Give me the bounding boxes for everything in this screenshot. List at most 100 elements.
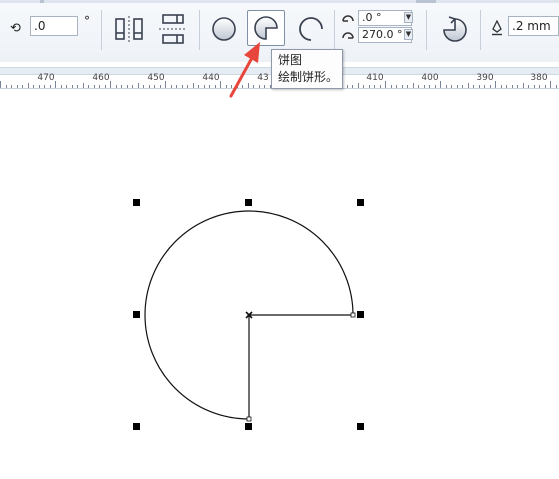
ruler-tick xyxy=(407,85,408,88)
ruler-tick xyxy=(77,85,78,88)
mirror-vertical-button[interactable] xyxy=(156,12,190,46)
ruler-tick xyxy=(182,85,183,88)
ruler-tick xyxy=(517,85,518,88)
change-direction-button[interactable] xyxy=(438,12,472,46)
ruler-tick xyxy=(220,81,221,88)
ruler-tick xyxy=(143,85,144,88)
end-node[interactable] xyxy=(246,416,252,422)
ruler-tick xyxy=(198,85,199,88)
ruler-tick xyxy=(116,85,117,88)
ruler-tick xyxy=(209,85,210,88)
ruler-tick xyxy=(50,85,51,88)
start-angle-icon xyxy=(342,15,354,22)
ruler-tick xyxy=(61,85,62,88)
tooltip-description: 绘制饼形。 xyxy=(278,70,339,84)
ruler-tick xyxy=(83,83,84,88)
annotation-arrow xyxy=(229,42,260,98)
ruler-tick xyxy=(193,83,194,88)
ruler-tick xyxy=(176,85,177,88)
change-direction-icon xyxy=(443,16,467,42)
rotation-unit: ° xyxy=(84,14,90,28)
drawing-canvas[interactable] xyxy=(0,89,559,479)
ruler-label: 470 xyxy=(37,73,55,83)
ruler-tick xyxy=(446,85,447,88)
ruler-tick xyxy=(484,85,485,88)
ruler-tick xyxy=(380,85,381,88)
mirror-horizontal-button[interactable] xyxy=(112,12,146,46)
end-angle-icon xyxy=(342,32,354,39)
arc-button[interactable] xyxy=(294,12,328,46)
ruler-tick xyxy=(22,85,23,88)
ruler-tick xyxy=(369,85,370,88)
ruler-tick xyxy=(347,85,348,88)
ruler-tick xyxy=(479,85,480,88)
ruler-tick xyxy=(39,85,40,88)
separator xyxy=(199,10,200,50)
ruler-tick xyxy=(506,85,507,88)
ruler-tick xyxy=(495,81,496,88)
ruler-tick xyxy=(473,85,474,88)
top-strip xyxy=(0,0,559,3)
ruler-tick xyxy=(352,85,353,88)
ruler-tick xyxy=(402,85,403,88)
ruler-tick xyxy=(556,85,557,88)
ruler-tick xyxy=(138,83,139,88)
ruler-tick xyxy=(534,85,535,88)
ruler-tick xyxy=(204,85,205,88)
ruler-tick xyxy=(110,81,111,88)
ruler-tick xyxy=(462,85,463,88)
ruler-tick xyxy=(385,81,386,88)
mirror-vertical-icon xyxy=(159,14,187,44)
ruler-tick xyxy=(11,85,12,88)
start-node[interactable] xyxy=(350,312,356,318)
ruler-tick xyxy=(154,85,155,88)
ruler-tick xyxy=(435,85,436,88)
ruler-tick xyxy=(374,85,375,88)
pie-tooltip: 饼图 绘制饼形。 xyxy=(271,49,343,89)
ruler-tick xyxy=(88,85,89,88)
ruler-tick xyxy=(457,85,458,88)
start-angle-spin-down[interactable]: ▼ xyxy=(404,12,413,23)
ruler-tick xyxy=(512,85,513,88)
end-angle-spin-down[interactable]: ▼ xyxy=(404,29,413,40)
ruler-tick xyxy=(424,85,425,88)
ruler-tick xyxy=(55,81,56,88)
outline-width-input[interactable]: .2 mm xyxy=(508,16,559,36)
ruler-tick xyxy=(468,83,469,88)
ruler-tick xyxy=(44,85,45,88)
ruler-tick xyxy=(28,83,29,88)
rotate-ccw-icon: ⟲ xyxy=(10,21,21,36)
ruler-tick xyxy=(72,85,73,88)
ruler-tick xyxy=(490,85,491,88)
ruler-label: 440 xyxy=(202,73,220,83)
ruler-tick xyxy=(105,85,106,88)
ruler-tick xyxy=(451,85,452,88)
separator xyxy=(334,10,335,50)
ruler-tick xyxy=(539,85,540,88)
rotation-angle-input[interactable]: .0 xyxy=(30,16,78,36)
ruler-tick xyxy=(523,83,524,88)
outline-pen-icon xyxy=(492,20,502,36)
separator xyxy=(480,10,481,50)
ruler-tick xyxy=(440,81,441,88)
separator xyxy=(101,10,102,50)
ruler-label: 460 xyxy=(92,73,110,83)
ruler-label: 450 xyxy=(147,73,165,83)
arc-icon xyxy=(299,17,323,41)
ruler-tick xyxy=(429,85,430,88)
ruler-tick xyxy=(545,85,546,88)
ruler-tick xyxy=(413,83,414,88)
ruler-tick xyxy=(127,85,128,88)
ruler-label: 380 xyxy=(530,73,548,83)
ruler-tick xyxy=(501,85,502,88)
ruler-tick xyxy=(358,83,359,88)
ruler-tick xyxy=(391,85,392,88)
ruler-tick xyxy=(121,85,122,88)
ruler-tick xyxy=(149,85,150,88)
ruler-tick xyxy=(165,81,166,88)
tooltip-title: 饼图 xyxy=(278,53,303,67)
ruler-label: 410 xyxy=(366,73,384,83)
ruler-tick xyxy=(66,85,67,88)
mirror-horizontal-icon xyxy=(115,16,143,42)
ruler-tick xyxy=(6,85,7,88)
